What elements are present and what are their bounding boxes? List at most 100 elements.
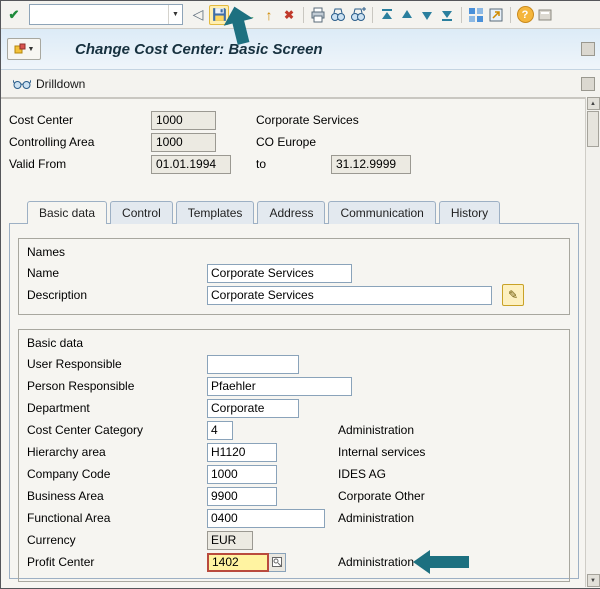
user-responsible-label: User Responsible <box>27 357 122 371</box>
page-down-icon[interactable] <box>418 6 436 24</box>
valid-to-label: to <box>256 157 267 171</box>
description-label: Description <box>27 288 88 302</box>
valid-from-field: 01.01.1994 <box>151 154 231 174</box>
cost-center-category-input[interactable] <box>207 420 233 440</box>
person-responsible-input[interactable] <box>207 376 352 396</box>
question-mark-icon: ? <box>516 6 534 23</box>
scroll-up-button[interactable]: ▲ <box>586 97 600 110</box>
application-toolbar: Drilldown <box>1 70 600 99</box>
hierarchy-area-row: Hierarchy area Internal services <box>27 441 561 463</box>
page-up-icon[interactable] <box>398 6 416 24</box>
company-code-label: Company Code <box>27 467 111 481</box>
matchcode-button[interactable] <box>269 552 286 572</box>
cost-center-label: Cost Center <box>9 113 74 127</box>
names-group-title: Names <box>27 245 66 259</box>
basic-data-group-title: Basic data <box>27 336 84 350</box>
currency-label: Currency <box>27 533 76 547</box>
title-bar: ▼ Change Cost Center: Basic Screen <box>1 29 600 70</box>
sap-window: ✔ ▼ ◁ ← ↑ ✖ ? ▼ Change Cost Center: Basi… <box>0 0 600 589</box>
new-session-icon[interactable] <box>467 6 485 24</box>
profit-center-row: Profit Center Administration <box>27 551 561 573</box>
basic-data-groupbox: Basic data User Responsible Person Respo… <box>18 329 570 582</box>
business-area-label: Business Area <box>27 489 104 503</box>
first-page-icon[interactable] <box>378 6 396 24</box>
currency-field <box>207 530 253 550</box>
scrollbar-thumb[interactable] <box>587 111 599 147</box>
tab-control[interactable]: Control <box>110 201 173 224</box>
drilldown-button[interactable]: Drilldown <box>7 75 91 93</box>
back-nav-icon[interactable]: ← <box>240 6 258 24</box>
profit-center-input[interactable] <box>207 552 269 572</box>
floppy-disk-icon <box>212 8 226 21</box>
services-icon <box>14 43 26 54</box>
find-icon[interactable] <box>329 6 347 24</box>
exit-icon[interactable]: ↑ <box>260 6 278 24</box>
find-next-icon[interactable] <box>349 6 367 24</box>
vertical-scrollbar: ▲ ▼ <box>585 97 600 587</box>
description-row: Description ✎ <box>27 284 561 306</box>
titlebar-corner-button[interactable] <box>581 42 595 56</box>
customize-layout-icon[interactable] <box>536 6 554 24</box>
system-toolbar: ✔ ▼ ◁ ← ↑ ✖ ? <box>1 1 600 29</box>
person-responsible-row: Person Responsible <box>27 375 561 397</box>
glasses-icon <box>13 79 31 89</box>
cost-center-category-desc: Administration <box>338 423 415 437</box>
business-area-input[interactable] <box>207 486 277 506</box>
person-responsible-label: Person Responsible <box>27 379 135 393</box>
page-title: Change Cost Center: Basic Screen <box>75 40 323 58</box>
drilldown-label: Drilldown <box>36 76 86 91</box>
name-input[interactable] <box>207 263 352 283</box>
department-row: Department <box>27 397 561 419</box>
controlling-area-desc: CO Europe <box>256 135 317 149</box>
tab-history[interactable]: History <box>438 201 501 224</box>
cost-center-row: Cost Center 1000 Corporate Services <box>9 109 579 131</box>
currency-row: Currency <box>27 529 561 551</box>
company-code-input[interactable] <box>207 464 277 484</box>
department-input[interactable] <box>207 398 299 418</box>
save-button[interactable] <box>209 4 229 25</box>
cost-center-desc: Corporate Services <box>256 113 359 127</box>
enter-icon[interactable]: ✔ <box>5 6 23 24</box>
user-responsible-input[interactable] <box>207 354 299 374</box>
back-arrow-icon[interactable]: ◁ <box>189 6 207 24</box>
command-field: ▼ <box>29 4 183 25</box>
tab-strip: Basic data Control Templates Address Com… <box>27 201 579 224</box>
cost-center-field: 1000 <box>151 110 216 130</box>
edit-description-button[interactable]: ✎ <box>502 284 524 306</box>
valid-to-field: 31.12.9999 <box>331 154 411 174</box>
toolbar-separator <box>303 6 304 23</box>
tab-communication[interactable]: Communication <box>328 201 436 224</box>
hierarchy-area-input[interactable] <box>207 442 277 462</box>
profit-center-label: Profit Center <box>27 555 95 569</box>
name-label: Name <box>27 266 60 280</box>
chevron-down-icon[interactable]: ▼ <box>168 5 182 24</box>
description-input[interactable] <box>207 285 492 305</box>
names-groupbox: Names Name Description ✎ <box>18 238 570 315</box>
functional-area-input[interactable] <box>207 508 325 528</box>
valid-from-row: Valid From 01.01.1994 to 31.12.9999 <box>9 153 579 175</box>
matchcode-icon <box>272 557 282 567</box>
toolbar-separator <box>372 6 373 23</box>
gui-services-button[interactable]: ▼ <box>7 38 41 60</box>
user-responsible-row: User Responsible <box>27 353 561 375</box>
cancel-icon[interactable]: ✖ <box>280 6 298 24</box>
department-label: Department <box>27 401 90 415</box>
hierarchy-area-desc: Internal services <box>338 445 426 459</box>
valid-from-label: Valid From <box>9 157 67 171</box>
print-icon[interactable] <box>309 6 327 24</box>
tab-basic-data[interactable]: Basic data <box>27 201 108 224</box>
toolbar-separator <box>510 6 511 23</box>
pencil-icon: ✎ <box>507 288 519 302</box>
help-icon[interactable]: ? <box>516 6 534 24</box>
shortcut-icon[interactable] <box>487 6 505 24</box>
appbar-corner-button[interactable] <box>581 76 595 91</box>
command-input[interactable] <box>30 7 168 22</box>
company-code-row: Company Code IDES AG <box>27 463 561 485</box>
functional-area-desc: Administration <box>338 511 415 525</box>
last-page-icon[interactable] <box>438 6 456 24</box>
scroll-down-button[interactable]: ▼ <box>586 574 600 587</box>
main-content: Cost Center 1000 Corporate Services Cont… <box>1 99 600 582</box>
cost-center-category-label: Cost Center Category <box>27 423 144 437</box>
tab-templates[interactable]: Templates <box>175 201 255 224</box>
tab-address[interactable]: Address <box>257 201 326 224</box>
